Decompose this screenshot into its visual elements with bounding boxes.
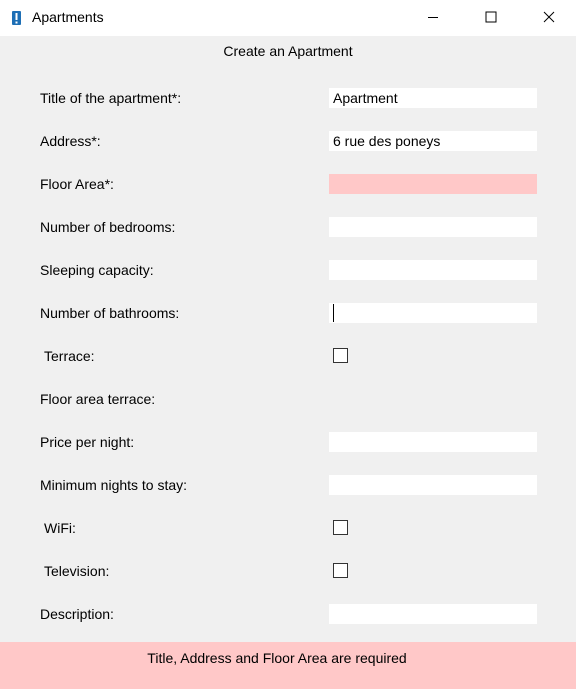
minimize-button[interactable] xyxy=(404,0,462,36)
description-label: Description: xyxy=(40,606,114,622)
floor-area-label: Floor Area*: xyxy=(40,176,114,192)
close-icon xyxy=(543,10,555,26)
form-heading: Create an Apartment xyxy=(223,43,353,59)
wifi-checkbox[interactable] xyxy=(333,520,348,535)
price-per-night-label: Price per night: xyxy=(40,434,135,450)
television-label: Television: xyxy=(44,563,110,579)
floor-area-input[interactable] xyxy=(329,174,537,194)
window-title: Apartments xyxy=(32,9,104,25)
bedrooms-input[interactable] xyxy=(329,217,537,237)
description-input[interactable] xyxy=(329,604,537,624)
bathrooms-input[interactable] xyxy=(329,303,537,323)
wifi-label: WiFi: xyxy=(44,520,76,536)
sleeping-capacity-label: Sleeping capacity: xyxy=(40,262,154,278)
min-nights-label: Minimum nights to stay: xyxy=(40,477,188,493)
price-per-night-input[interactable] xyxy=(329,432,537,452)
address-label: Address*: xyxy=(40,133,101,149)
terrace-area-label: Floor area terrace: xyxy=(40,391,156,407)
terrace-checkbox[interactable] xyxy=(333,348,348,363)
error-banner: Title, Address and Floor Area are requir… xyxy=(0,642,576,689)
television-checkbox[interactable] xyxy=(333,563,348,578)
error-message: Title, Address and Floor Area are requir… xyxy=(147,650,407,666)
title-bar[interactable]: Apartments xyxy=(0,0,576,36)
sleeping-capacity-input[interactable] xyxy=(329,260,537,280)
title-input[interactable] xyxy=(329,88,537,108)
title-label: Title of the apartment*: xyxy=(40,90,182,106)
minimize-icon xyxy=(427,10,439,26)
min-nights-input[interactable] xyxy=(329,475,537,495)
exclamation-icon xyxy=(12,11,21,25)
close-button[interactable] xyxy=(520,0,576,36)
bathrooms-label: Number of bathrooms: xyxy=(40,305,180,321)
address-input[interactable] xyxy=(329,131,537,151)
maximize-button[interactable] xyxy=(462,0,520,36)
apartments-window: Apartments Create an Apartment Title of … xyxy=(0,0,576,689)
maximize-icon xyxy=(485,10,497,26)
text-cursor xyxy=(333,304,334,322)
terrace-label: Terrace: xyxy=(44,348,95,364)
bedrooms-label: Number of bedrooms: xyxy=(40,219,176,235)
